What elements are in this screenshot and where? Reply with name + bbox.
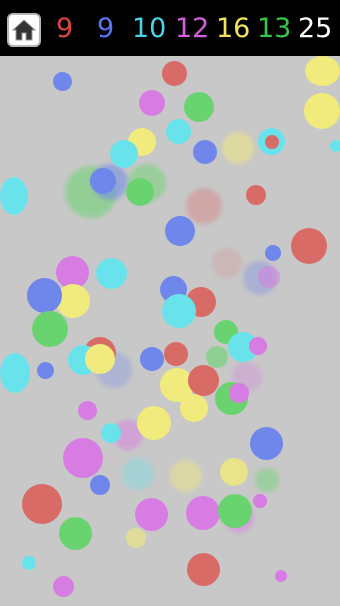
bubble-red[interactable] — [291, 228, 327, 264]
bubble-yellow[interactable] — [305, 56, 340, 86]
bubble-blue[interactable] — [193, 140, 217, 164]
counter-magenta: 12 — [175, 13, 210, 44]
counter-yellow: 16 — [216, 13, 251, 44]
splat — [222, 132, 254, 164]
bubble-magenta[interactable] — [229, 383, 249, 403]
bubble-red[interactable] — [246, 185, 266, 205]
bubble-magenta[interactable] — [63, 438, 103, 478]
bubble-magenta[interactable] — [135, 498, 168, 531]
splat — [186, 188, 222, 224]
bubble-cyan[interactable] — [101, 423, 121, 443]
bubble-cyan[interactable] — [0, 353, 30, 393]
score-bar: 9 9 10 12 16 13 25 — [0, 0, 340, 56]
bubble-yellow[interactable] — [180, 394, 208, 422]
bubble-green[interactable] — [59, 517, 92, 550]
bubble-red[interactable] — [265, 135, 279, 149]
bubble-blue[interactable] — [250, 427, 283, 460]
bubble-cyan[interactable] — [96, 258, 127, 289]
splat — [170, 460, 202, 492]
bubble-blue[interactable] — [90, 475, 110, 495]
bubble-blue[interactable] — [53, 72, 72, 91]
bubble-cyan[interactable] — [22, 556, 36, 570]
bubble-yellow[interactable] — [304, 93, 340, 129]
bubble-red[interactable] — [22, 484, 62, 524]
bubble-blue[interactable] — [140, 347, 164, 371]
bubble-red[interactable] — [164, 342, 188, 366]
play-field[interactable] — [0, 56, 340, 606]
counter-white: 25 — [298, 13, 333, 44]
bubble-red[interactable] — [162, 61, 187, 86]
bubble-red[interactable] — [187, 553, 220, 586]
splat — [122, 458, 154, 490]
splat — [255, 468, 279, 492]
bubble-yellow[interactable] — [220, 458, 248, 486]
bubble-blue[interactable] — [90, 168, 116, 194]
counter-red: 9 — [56, 13, 74, 44]
bubble-magenta[interactable] — [275, 570, 287, 582]
bubble-blue[interactable] — [165, 216, 195, 246]
bubble-yellow[interactable] — [126, 528, 146, 548]
bubble-blue[interactable] — [265, 245, 281, 261]
bubble-magenta[interactable] — [258, 266, 280, 288]
bubble-magenta[interactable] — [249, 337, 267, 355]
bubble-magenta[interactable] — [78, 401, 97, 420]
bubble-yellow[interactable] — [85, 344, 115, 374]
bubble-cyan[interactable] — [0, 177, 28, 215]
bubble-cyan[interactable] — [166, 119, 191, 144]
home-icon — [11, 19, 37, 41]
counter-cyan: 10 — [132, 13, 167, 44]
counter-green: 13 — [257, 13, 292, 44]
bubble-green[interactable] — [32, 311, 68, 347]
bubble-magenta[interactable] — [186, 496, 220, 530]
bubble-cyan[interactable] — [110, 140, 138, 168]
bubble-yellow[interactable] — [137, 406, 171, 440]
home-button[interactable] — [7, 13, 41, 47]
bubble-blue[interactable] — [37, 362, 54, 379]
counter-blue: 9 — [97, 13, 115, 44]
bubble-green[interactable] — [206, 346, 228, 368]
bubble-magenta[interactable] — [253, 494, 267, 508]
bubble-green[interactable] — [184, 92, 214, 122]
splat — [212, 248, 242, 278]
bubble-blue[interactable] — [27, 278, 62, 313]
bubble-red[interactable] — [188, 365, 219, 396]
bubble-green[interactable] — [126, 178, 154, 206]
bubble-green[interactable] — [218, 494, 252, 528]
bubble-magenta[interactable] — [139, 90, 165, 116]
bubble-cyan[interactable] — [330, 140, 340, 152]
bubble-cyan[interactable] — [162, 294, 196, 328]
bubble-magenta[interactable] — [53, 576, 74, 597]
